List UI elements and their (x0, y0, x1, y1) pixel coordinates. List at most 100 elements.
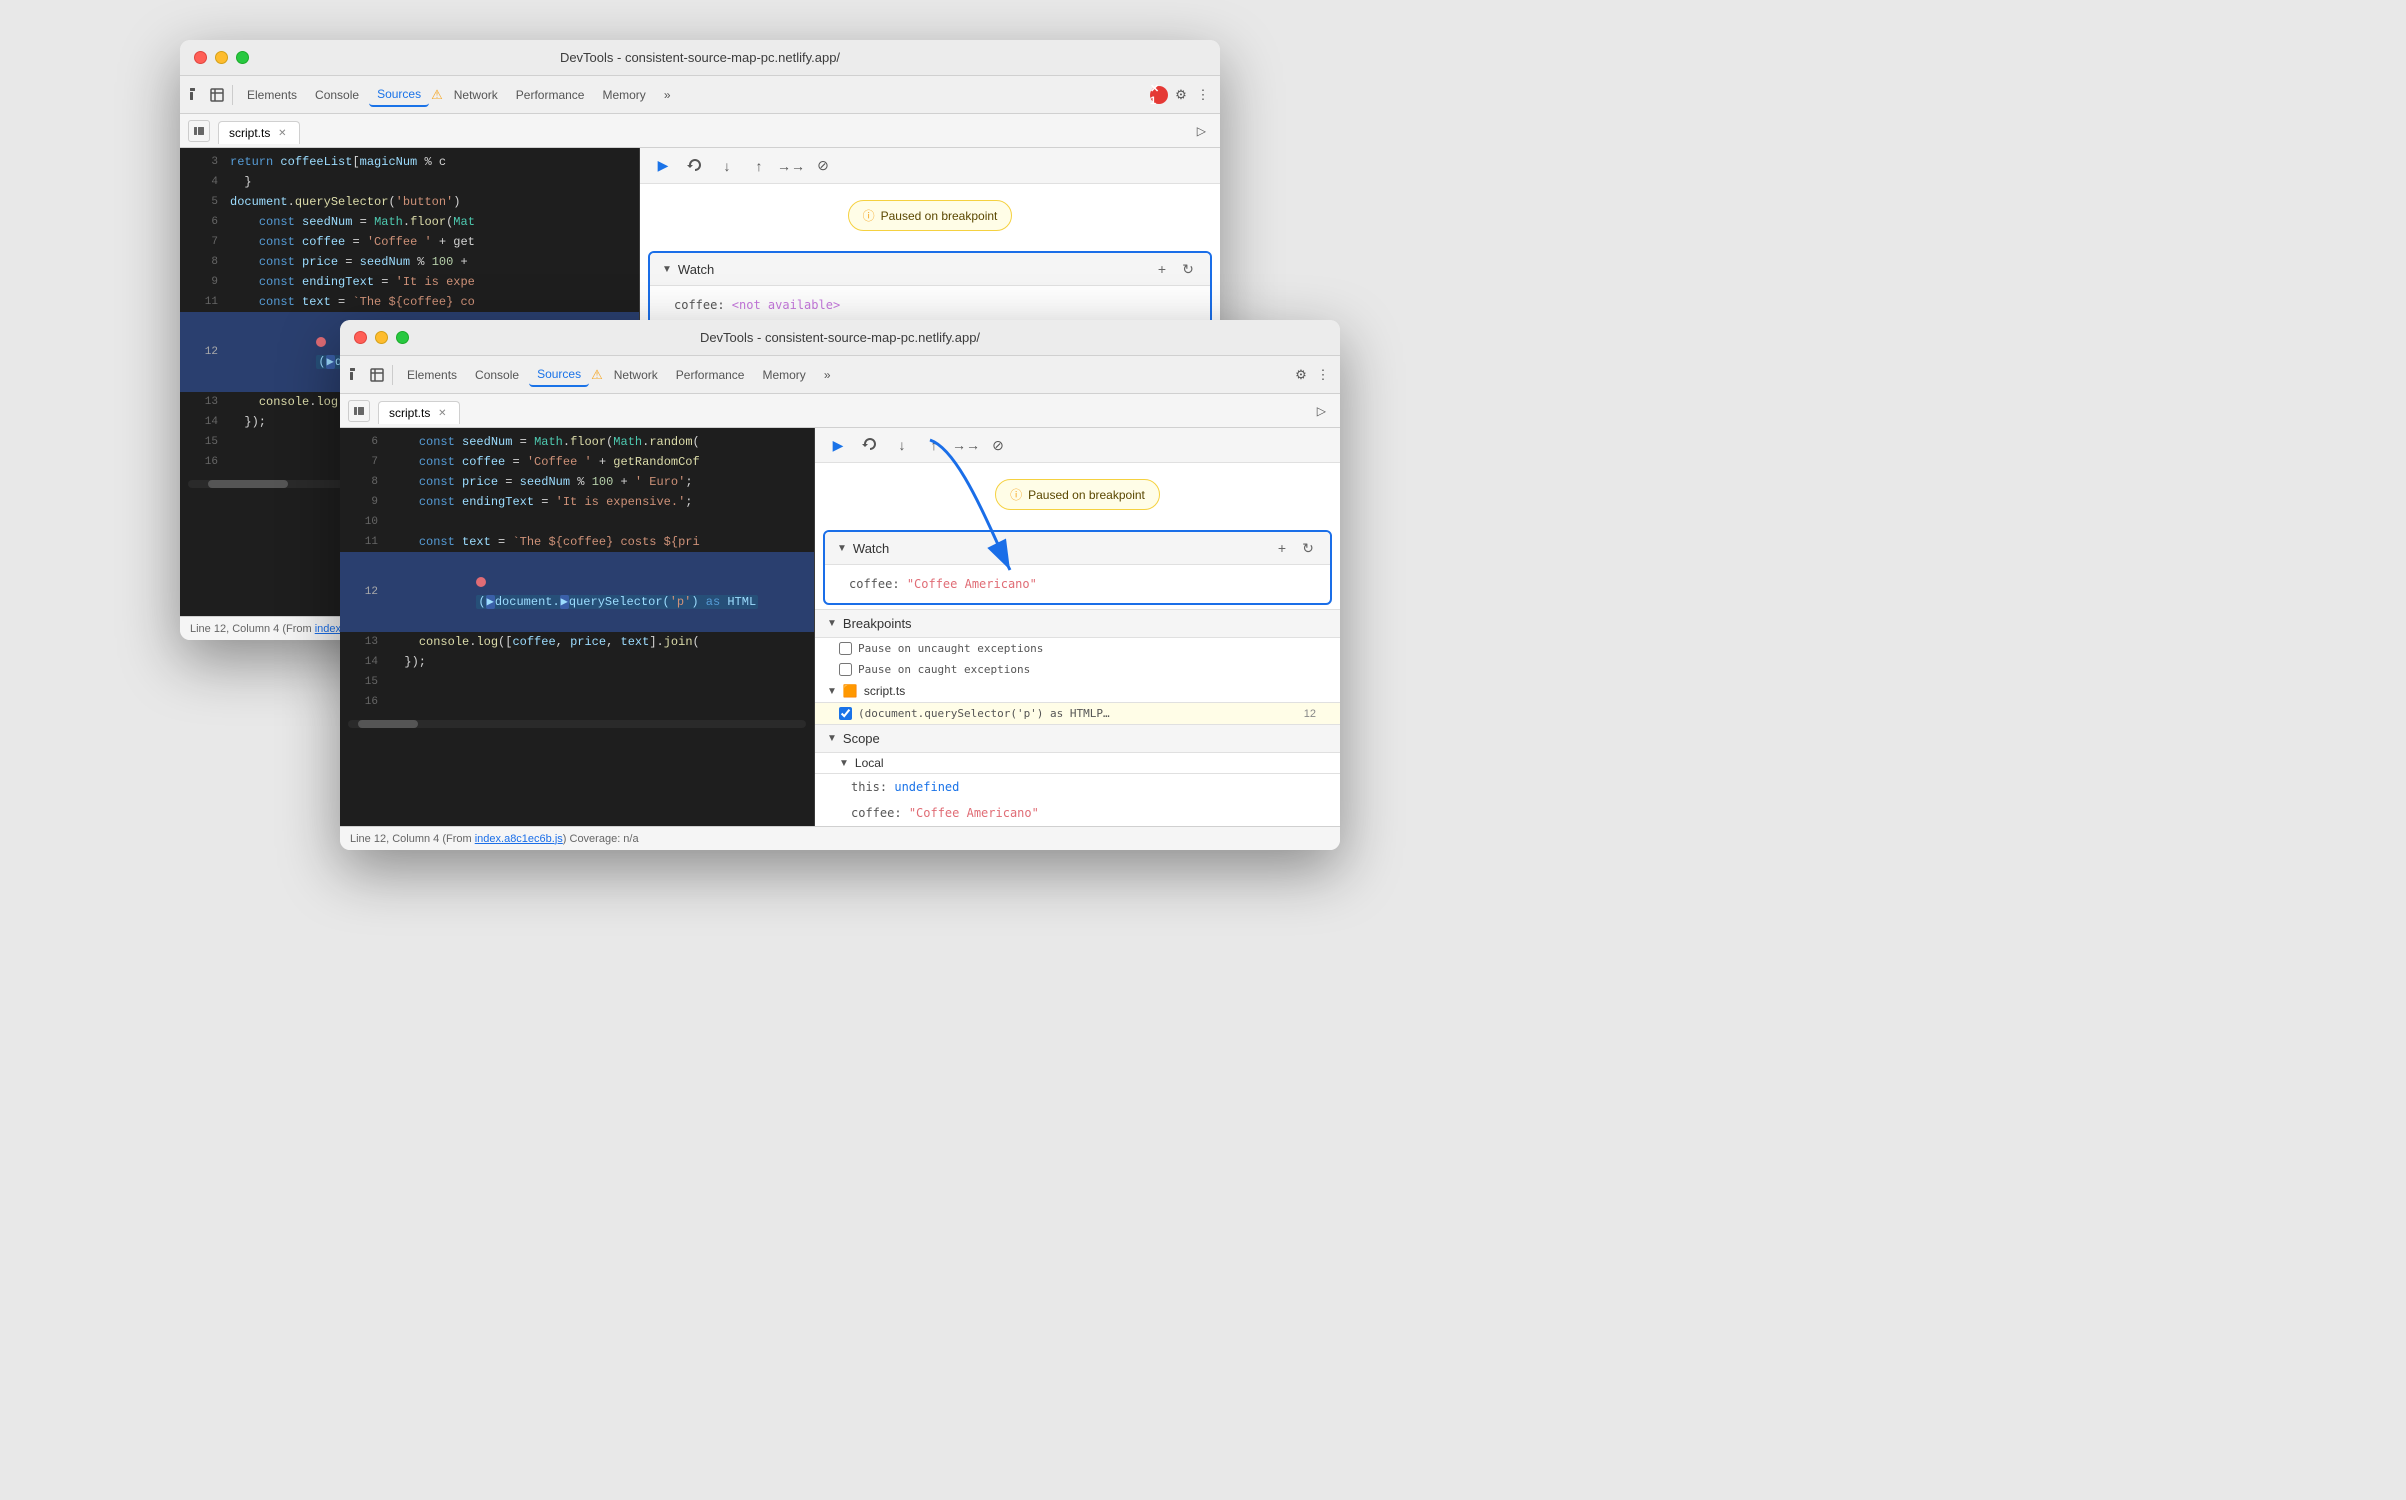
watch-header-back[interactable]: ▼ Watch + ↻ (650, 253, 1210, 286)
maximize-button-front[interactable] (396, 331, 409, 344)
tab-network-back[interactable]: Network (446, 84, 506, 106)
local-triangle: ▼ (839, 758, 849, 769)
tab-network-front[interactable]: Network (606, 364, 666, 386)
toolbar-sep-front (392, 365, 393, 385)
code-line-f6: 6 const seedNum = Math.floor(Math.random… (340, 432, 814, 452)
bp-line-label: (document.querySelector('p') as HTMLP… (858, 707, 1298, 720)
cursor-icon-back[interactable] (188, 86, 206, 104)
code-line-11: 11 const text = `The ${coffee} co (180, 292, 639, 312)
tab-sources-back[interactable]: Sources (369, 83, 429, 107)
tab-elements-front[interactable]: Elements (399, 364, 465, 386)
tab-memory-back[interactable]: Memory (594, 84, 653, 106)
tab-more-back[interactable]: » (656, 84, 679, 106)
watch-refresh-btn-front[interactable]: ↻ (1298, 538, 1318, 558)
code-line-5: 5 document.querySelector('button') (180, 192, 639, 212)
cursor-icon-front[interactable] (348, 366, 366, 384)
title-bar-front: DevTools - consistent-source-map-pc.netl… (340, 320, 1340, 356)
devtools-window-front: DevTools - consistent-source-map-pc.netl… (340, 320, 1340, 850)
devtools-body-front: 6 const seedNum = Math.floor(Math.random… (340, 428, 1340, 826)
step-over-btn-back[interactable] (682, 153, 708, 179)
watch-box-back: ▼ Watch + ↻ coffee: <not available> (648, 251, 1212, 326)
close-button-front[interactable] (354, 331, 367, 344)
watch-entry-back: coffee: <not available> (674, 298, 840, 312)
code-line-f7: 7 const coffee = 'Coffee ' + getRandomCo… (340, 452, 814, 472)
paused-info-icon-front: ⓘ (1010, 486, 1022, 503)
sidebar-toggle-front[interactable] (348, 400, 370, 422)
inspect-icon-front[interactable] (368, 366, 386, 384)
scope-this: this: undefined (815, 774, 1340, 800)
status-link-front[interactable]: index.a8c1ec6b.js (475, 833, 563, 845)
file-tab-close-back[interactable]: ✕ (275, 126, 289, 140)
scope-title: Scope (843, 731, 1328, 746)
sidebar-toggle-back[interactable] (188, 120, 210, 142)
bp-uncaught-checkbox[interactable] (839, 642, 852, 655)
breakpoints-header-front[interactable]: ▼ Breakpoints (815, 610, 1340, 638)
settings-icon-front[interactable]: ⚙ (1292, 366, 1310, 384)
local-title: Local (855, 756, 1316, 770)
paused-banner-container-front: ⓘ Paused on breakpoint (815, 463, 1340, 526)
bp-caught-checkbox[interactable] (839, 663, 852, 676)
tab-console-front[interactable]: Console (467, 364, 527, 386)
watch-entry-front: coffee: "Coffee Americano" (849, 577, 1037, 591)
maximize-button-back[interactable] (236, 51, 249, 64)
tab-elements-back[interactable]: Elements (239, 84, 305, 106)
watch-section-front: ▼ Watch + ↻ coffee: "Coffee Americano" (815, 526, 1340, 609)
tab-performance-front[interactable]: Performance (668, 364, 753, 386)
file-tab-close-front[interactable]: ✕ (435, 406, 449, 420)
error-badge-back: ✕ 1 (1150, 86, 1168, 104)
watch-content-back: coffee: <not available> (650, 286, 1210, 324)
devtools-tabs-front: Elements Console Sources ⚠ Network Perfo… (340, 356, 1340, 394)
file-nav-btn-back[interactable]: ▷ (1191, 121, 1212, 141)
settings-icon-back[interactable]: ⚙ (1172, 86, 1190, 104)
code-scrollbar-thumb-front (358, 720, 418, 728)
right-panel-front: ▶ ↓ ↑ →→ ⊘ ⓘ Paused on breakpoint (815, 428, 1340, 826)
code-scrollbar-front[interactable] (348, 720, 806, 728)
file-tab-script-front[interactable]: script.ts ✕ (378, 401, 460, 424)
step-over-btn-front[interactable] (857, 432, 883, 458)
status-bar-front: Line 12, Column 4 (From index.a8c1ec6b.j… (340, 826, 1340, 850)
bp-script-header[interactable]: ▼ 🟧 script.ts (815, 680, 1340, 703)
bp-caught-item: Pause on caught exceptions (815, 659, 1340, 680)
step-out-btn-back[interactable]: ↑ (746, 153, 772, 179)
deactivate-btn-back[interactable]: ⊘ (810, 153, 836, 179)
file-tab-script-back[interactable]: script.ts ✕ (218, 121, 300, 144)
paused-text-back: Paused on breakpoint (881, 209, 998, 223)
file-nav-btn-front[interactable]: ▷ (1311, 401, 1332, 421)
deactivate-btn-front[interactable]: ⊘ (985, 432, 1011, 458)
step-out-btn-front[interactable]: ↑ (921, 432, 947, 458)
file-tabs-front: script.ts ✕ ▷ (340, 394, 1340, 428)
step-btn-back[interactable]: →→ (778, 153, 804, 179)
resume-btn-back[interactable]: ▶ (650, 153, 676, 179)
traffic-lights-back (194, 51, 249, 64)
code-panel-front: 6 const seedNum = Math.floor(Math.random… (340, 428, 815, 826)
local-scope-header[interactable]: ▼ Local (815, 753, 1340, 774)
code-line-f9: 9 const endingText = 'It is expensive.'; (340, 492, 814, 512)
step-btn-front[interactable]: →→ (953, 432, 979, 458)
tab-performance-back[interactable]: Performance (508, 84, 593, 106)
minimize-button-back[interactable] (215, 51, 228, 64)
bp-line-checkbox[interactable] (839, 707, 852, 720)
tab-more-front[interactable]: » (816, 364, 839, 386)
breakpoints-section-front: ▼ Breakpoints Pause on uncaught exceptio… (815, 609, 1340, 724)
watch-add-btn-front[interactable]: + (1272, 538, 1292, 558)
step-into-btn-front[interactable]: ↓ (889, 432, 915, 458)
minimize-button-front[interactable] (375, 331, 388, 344)
watch-add-btn-back[interactable]: + (1152, 259, 1172, 279)
close-button-back[interactable] (194, 51, 207, 64)
more-options-icon-front[interactable]: ⋮ (1314, 366, 1332, 384)
resume-btn-front[interactable]: ▶ (825, 432, 851, 458)
scope-header-front[interactable]: ▼ Scope (815, 725, 1340, 753)
step-into-btn-back[interactable]: ↓ (714, 153, 740, 179)
network-warning-icon-front: ⚠ (591, 367, 603, 383)
status-text-front: Line 12, Column 4 (From index.a8c1ec6b.j… (350, 833, 639, 845)
watch-header-front[interactable]: ▼ Watch + ↻ (825, 532, 1330, 565)
inspect-icon-back[interactable] (208, 86, 226, 104)
tab-console-back[interactable]: Console (307, 84, 367, 106)
window-title-front: DevTools - consistent-source-map-pc.netl… (700, 330, 980, 345)
more-options-icon-back[interactable]: ⋮ (1194, 86, 1212, 104)
tab-memory-front[interactable]: Memory (754, 364, 813, 386)
bp-title-front: Breakpoints (843, 616, 1328, 631)
paused-banner-container-back: ⓘ Paused on breakpoint (640, 184, 1220, 247)
tab-sources-front[interactable]: Sources (529, 363, 589, 387)
watch-refresh-btn-back[interactable]: ↻ (1178, 259, 1198, 279)
